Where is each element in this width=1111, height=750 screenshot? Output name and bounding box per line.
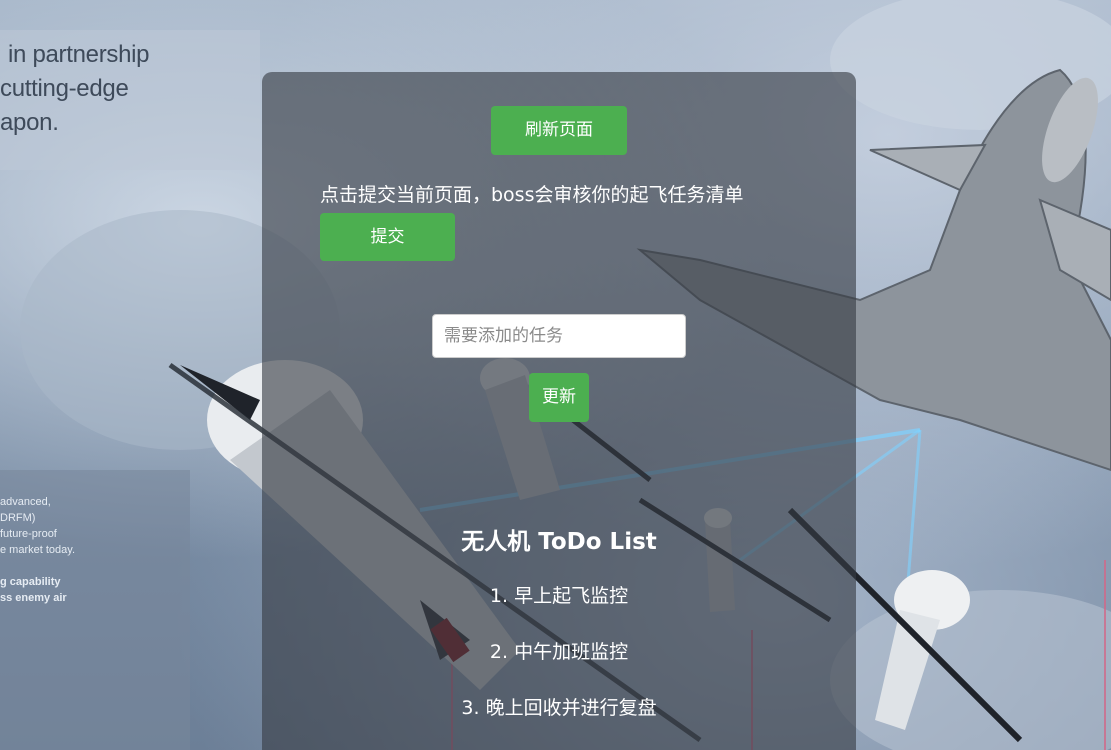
brochure-bottom-line-1: advanced, <box>0 496 51 508</box>
brochure-top-line-2: cutting-edge <box>0 75 129 102</box>
todo-item-3: 3. 晚上回收并进行复盘 <box>461 697 657 719</box>
brochure-top-line-1: in partnership <box>8 41 150 68</box>
todo-item-2: 2. 中午加班监控 <box>489 641 629 663</box>
update-button[interactable]: 更新 <box>529 373 589 422</box>
brochure-bottom-line-3: future-proof <box>0 528 57 540</box>
refresh-page-button[interactable]: 刷新页面 <box>491 106 627 155</box>
brochure-bottom-line-2: DRFM) <box>0 512 36 524</box>
submit-hint-text: 点击提交当前页面，boss会审核你的起飞任务清单 <box>320 184 744 206</box>
todo-list: 1. 早上起飞监控 2. 中午加班监控 3. 晚上回收并进行复盘 <box>262 580 856 748</box>
brochure-bottom-line-7: ss enemy air <box>0 592 67 604</box>
brochure-bottom-panel: advanced, DRFM) future-proof e market to… <box>0 470 190 750</box>
todo-card: 刷新页面 点击提交当前页面，boss会审核你的起飞任务清单 提交 更新 无人机 … <box>262 72 856 750</box>
brochure-bottom-line-5 <box>0 558 190 574</box>
brochure-top-panel: in partnership cutting-edge apon. <box>0 30 260 170</box>
brochure-top-line-3: apon. <box>0 109 59 136</box>
task-input[interactable] <box>432 314 686 358</box>
brochure-bottom-line-4: e market today. <box>0 544 75 556</box>
submit-button[interactable]: 提交 <box>320 213 455 261</box>
todo-item-1: 1. 早上起飞监控 <box>489 585 629 607</box>
brochure-bottom-line-6: g capability <box>0 576 61 588</box>
todo-list-title: 无人机 ToDo List <box>461 529 657 555</box>
